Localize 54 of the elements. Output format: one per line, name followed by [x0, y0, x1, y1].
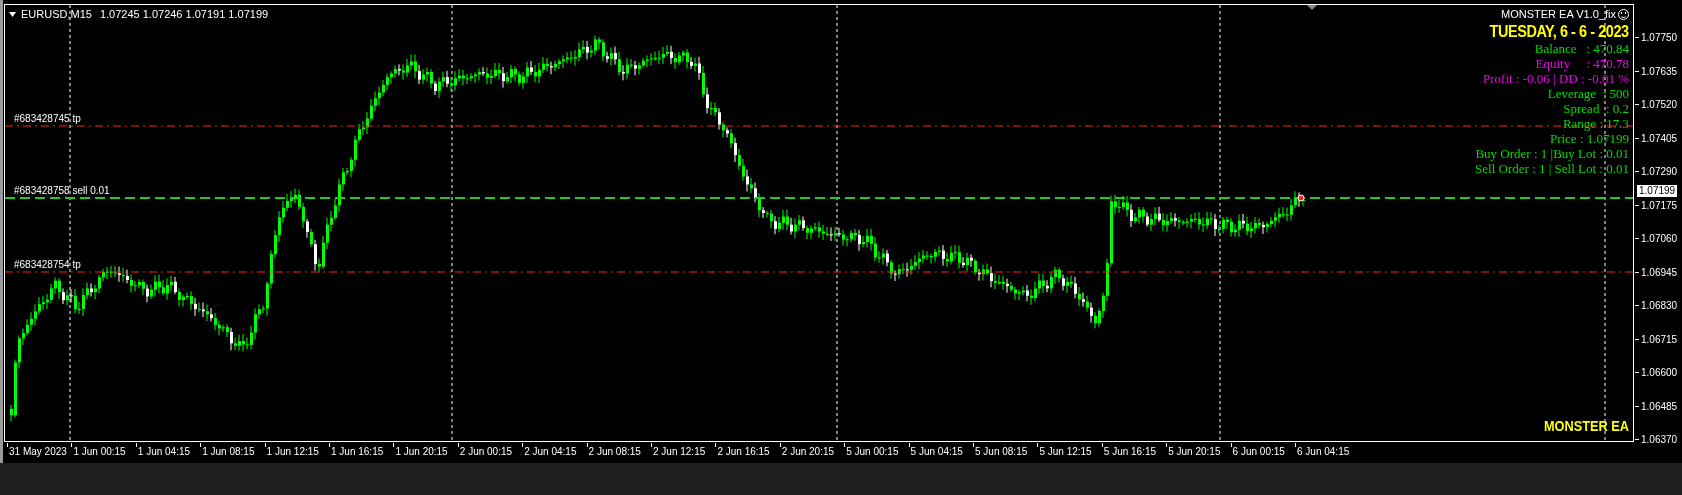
price-label: 1.07750: [1641, 33, 1678, 43]
order-label: #683428754 tp: [14, 260, 81, 270]
time-label: 2 Jun 00:15: [459, 447, 513, 457]
account-stat: Profit : -0.06 | DD : -0.01 %: [1483, 71, 1629, 86]
order-label: #683428758 sell 0.01: [14, 186, 110, 196]
chart-shift-icon[interactable]: [1307, 5, 1317, 10]
time-label: 2 Jun 16:15: [717, 447, 770, 457]
account-stat: Leverage : 500: [1547, 86, 1629, 101]
brand-label: MONSTER EA: [1544, 418, 1629, 433]
price-label: 1.07405: [1641, 133, 1678, 144]
time-label: 2 Jun 08:15: [588, 447, 641, 457]
price-label: 1.06485: [1641, 401, 1678, 412]
time-label: 2 Jun 20:15: [781, 447, 835, 457]
symbol-label: EURUSD,M15: [21, 9, 92, 20]
time-label: 5 Jun 04:15: [910, 447, 963, 457]
time-label: 2 Jun 04:15: [524, 447, 577, 457]
quote-values: 1.07245 1.07246 1.07191 1.07199: [99, 9, 269, 20]
price-label: 1.06830: [1641, 301, 1678, 311]
account-stat: Balance : 470.84: [1534, 41, 1629, 56]
account-stat: Buy Order : 1 |Buy Lot : 0.01: [1475, 146, 1629, 161]
time-label: 5 Jun 20:15: [1168, 447, 1221, 457]
price-label: 1.07290: [1641, 167, 1678, 177]
time-label: 5 Jun 08:15: [975, 447, 1028, 457]
time-label: 6 Jun 00:15: [1232, 447, 1285, 457]
price-label: 1.07635: [1641, 66, 1678, 77]
time-label: 5 Jun 00:15: [846, 447, 899, 457]
dropdown-icon[interactable]: [9, 12, 16, 17]
time-label: 2 Jun 12:15: [653, 447, 706, 457]
current-price-label: 1.07199: [1637, 185, 1678, 197]
time-label: 1 Jun 04:15: [137, 447, 191, 457]
price-label: 1.07520: [1641, 100, 1678, 110]
price-label: 1.06945: [1641, 267, 1678, 278]
date-label: TUESDAY, 6 - 6 - 2023: [1489, 22, 1629, 41]
account-stat: Spread : 0.2: [1563, 101, 1629, 116]
price-label: 1.07175: [1641, 200, 1678, 211]
time-label: 1 Jun 00:15: [73, 447, 126, 457]
account-stat: Equity : 470.78: [1535, 56, 1629, 71]
price-marker-icon: [1297, 194, 1305, 202]
order-label: #683428745 tp: [14, 114, 81, 124]
time-label: 6 Jun 04:15: [1297, 447, 1350, 457]
time-label: 5 Jun 12:15: [1039, 447, 1092, 457]
price-label: 1.06715: [1641, 334, 1678, 345]
time-label: 31 May 2023: [9, 447, 67, 457]
time-label: 5 Jun 16:15: [1103, 447, 1157, 457]
price-label: 1.06600: [1641, 368, 1678, 378]
account-stat: Price : 1.07199: [1549, 131, 1629, 146]
price-label: 1.07060: [1641, 234, 1678, 244]
time-label: 1 Jun 08:15: [202, 447, 255, 457]
account-stat: Sell Order : 1 | Sell Lot : 0.01: [1475, 161, 1629, 176]
time-label: 1 Jun 20:15: [395, 447, 448, 457]
ea-title: MONSTER EA V1.0_fix: [1501, 8, 1616, 21]
time-label: 1 Jun 12:15: [266, 447, 319, 457]
price-label: 1.06370: [1641, 435, 1678, 445]
time-label: 1 Jun 16:15: [331, 447, 384, 457]
